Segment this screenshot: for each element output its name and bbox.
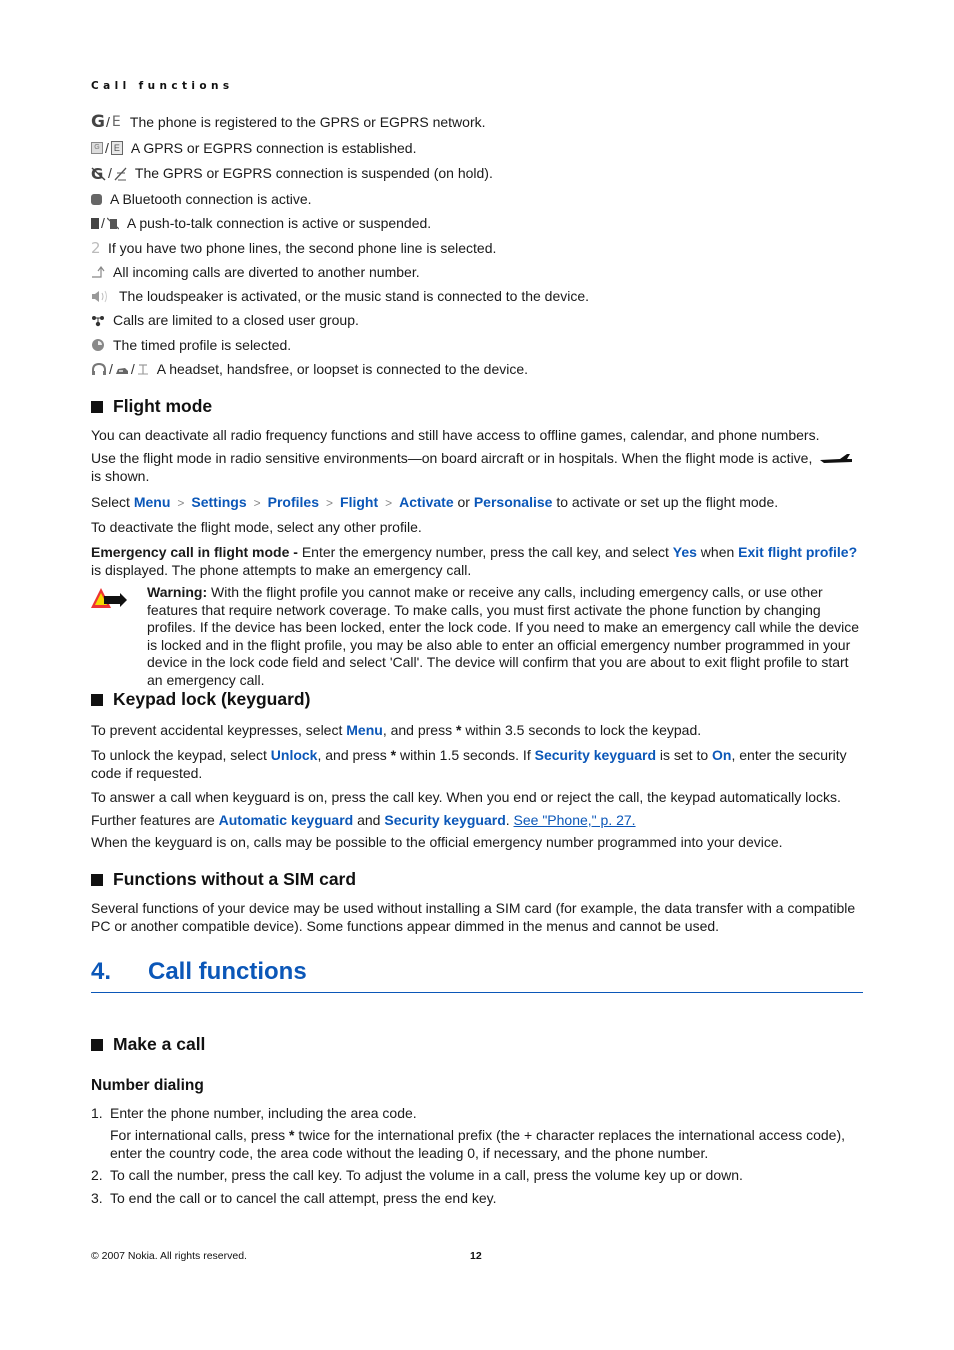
menu-option[interactable]: Menu	[346, 722, 383, 738]
heading-bullet-icon	[91, 400, 103, 413]
indicator-text: The GPRS or EGPRS connection is suspende…	[134, 165, 493, 181]
list-item: 2. To call the number, press the call key…	[91, 1167, 743, 1183]
chevron-right-icon: >	[326, 496, 334, 510]
paragraph: To unlock the keypad, select Unlock, and…	[91, 747, 847, 781]
chapter-heading: 4. Call functions	[91, 958, 863, 993]
call-divert-icon	[92, 266, 105, 278]
indicator-text: The timed profile is selected.	[113, 337, 292, 353]
list-item-detail: For international calls, press * twice f…	[110, 1127, 845, 1161]
flight-mode-airplane-icon	[820, 454, 853, 464]
on-option[interactable]: On	[712, 747, 731, 763]
indicator-row: G / E The phone is registered to the GPR…	[91, 112, 486, 132]
paragraph: To answer a call when keyguard is on, pr…	[91, 789, 841, 805]
menu-path-settings[interactable]: Settings	[191, 494, 246, 510]
indicator-text: A headset, handsfree, or loopset is conn…	[156, 361, 529, 377]
gprs-suspended-icon: G	[91, 166, 106, 181]
loudspeaker-icon	[92, 290, 107, 303]
indicator-text: All incoming calls are diverted to anoth…	[113, 264, 420, 280]
indicator-text: A GPRS or EGPRS connection is establishe…	[130, 140, 417, 156]
warning-label: Warning:	[147, 584, 208, 600]
emergency-label: Emergency call in flight mode -	[91, 544, 298, 560]
heading-bullet-icon	[91, 1038, 103, 1051]
see-phone-link[interactable]: See "Phone," p. 27.	[514, 812, 636, 828]
second-line-icon: 2	[91, 239, 101, 257]
bluetooth-icon	[91, 193, 102, 205]
menu-path-menu[interactable]: Menu	[134, 494, 171, 510]
handsfree-icon	[115, 368, 128, 374]
subheading-number-dialing: Number dialing	[91, 1077, 204, 1094]
paragraph: Several functions of your device may be …	[91, 900, 856, 934]
indicator-row: The timed profile is selected.	[91, 336, 291, 354]
ptt-suspended-icon	[106, 217, 119, 229]
yes-option[interactable]: Yes	[673, 544, 697, 560]
paragraph: To deactivate the flight mode, select an…	[91, 519, 422, 535]
indicator-text: A Bluetooth connection is active.	[110, 191, 312, 207]
gprs-registered-icon: G	[91, 112, 105, 132]
menu-path-profiles[interactable]: Profiles	[268, 494, 319, 510]
indicator-row: G / E A GPRS or EGPRS connection is esta…	[91, 139, 416, 157]
paragraph: Use the flight mode in radio sensitive e…	[91, 450, 863, 485]
menu-path-activate[interactable]: Activate	[399, 494, 453, 510]
timed-profile-icon	[92, 339, 104, 351]
indicator-row: / / A headset, handsfree, or loopset is …	[91, 360, 528, 378]
egprs-registered-icon: E	[111, 114, 121, 130]
chevron-right-icon: >	[177, 496, 185, 510]
paragraph: To prevent accidental keypresses, select…	[91, 722, 702, 738]
indicator-text: The phone is registered to the GPRS or E…	[129, 114, 486, 130]
menu-path-personalise[interactable]: Personalise	[474, 494, 553, 510]
headset-icon	[92, 362, 106, 375]
automatic-keyguard-option[interactable]: Automatic keyguard	[219, 812, 354, 828]
heading-bullet-icon	[91, 873, 103, 886]
menu-path: Select Menu > Settings > Profiles > Flight > Act…	[91, 494, 779, 510]
ptt-active-icon	[91, 217, 99, 229]
indicator-row: Calls are limited to a closed user group…	[91, 311, 359, 329]
paragraph: Further features are Automatic keyguard …	[91, 812, 636, 828]
indicator-row: All incoming calls are diverted to anoth…	[91, 263, 420, 281]
chevron-right-icon: >	[385, 496, 393, 510]
indicator-text: Calls are limited to a closed user group…	[113, 312, 359, 328]
section-heading-make-call: Make a call	[91, 1034, 205, 1055]
indicator-text: The loudspeaker is activated, or the mus…	[119, 288, 590, 304]
warning-icon	[91, 588, 127, 608]
menu-path-flight[interactable]: Flight	[340, 494, 378, 510]
list-item: 3. To end the call or to cancel the call …	[91, 1190, 497, 1206]
running-head: Call functions	[91, 80, 234, 92]
chevron-right-icon: >	[253, 496, 261, 510]
indicator-text: If you have two phone lines, the second …	[108, 240, 497, 256]
chapter-title: Call functions	[148, 958, 307, 985]
page-number: 12	[470, 1250, 482, 1262]
heading-bullet-icon	[91, 693, 103, 706]
indicator-row: G / The GPRS or EGPRS connection is susp…	[91, 164, 493, 182]
list-item: 1. Enter the phone number, including the …	[91, 1105, 417, 1121]
indicator-text: A push-to-talk connection is active or s…	[126, 215, 432, 231]
indicator-row: / A push-to-talk connection is active or…	[91, 214, 431, 232]
section-heading-keypad-lock: Keypad lock (keyguard)	[91, 689, 310, 710]
paragraph: When the keyguard is on, calls may be po…	[91, 834, 783, 850]
section-heading-no-sim: Functions without a SIM card	[91, 869, 356, 890]
egprs-suspended-icon	[114, 167, 127, 180]
exit-flight-profile-prompt: Exit flight profile?	[738, 544, 858, 560]
indicator-row: 2 If you have two phone lines, the secon…	[91, 239, 496, 257]
unlock-option[interactable]: Unlock	[271, 747, 318, 763]
closed-user-group-icon	[92, 316, 104, 327]
emergency-paragraph: Emergency call in flight mode - Enter th…	[91, 544, 858, 578]
indicator-row: The loudspeaker is activated, or the mus…	[91, 287, 589, 305]
paragraph: You can deactivate all radio frequency f…	[91, 427, 820, 443]
chapter-number: 4.	[91, 958, 112, 985]
loopset-icon	[137, 364, 148, 375]
indicator-row: A Bluetooth connection is active.	[91, 190, 312, 208]
security-keyguard-option[interactable]: Security keyguard	[535, 747, 656, 763]
section-heading-flight-mode: Flight mode	[91, 396, 212, 417]
security-keyguard-option[interactable]: Security keyguard	[384, 812, 505, 828]
gprs-connection-icon: G	[91, 142, 103, 154]
warning-note: Warning: With the flight profile you can…	[147, 584, 860, 688]
egprs-connection-icon: E	[110, 141, 123, 155]
copyright: © 2007 Nokia. All rights reserved.	[91, 1250, 247, 1262]
